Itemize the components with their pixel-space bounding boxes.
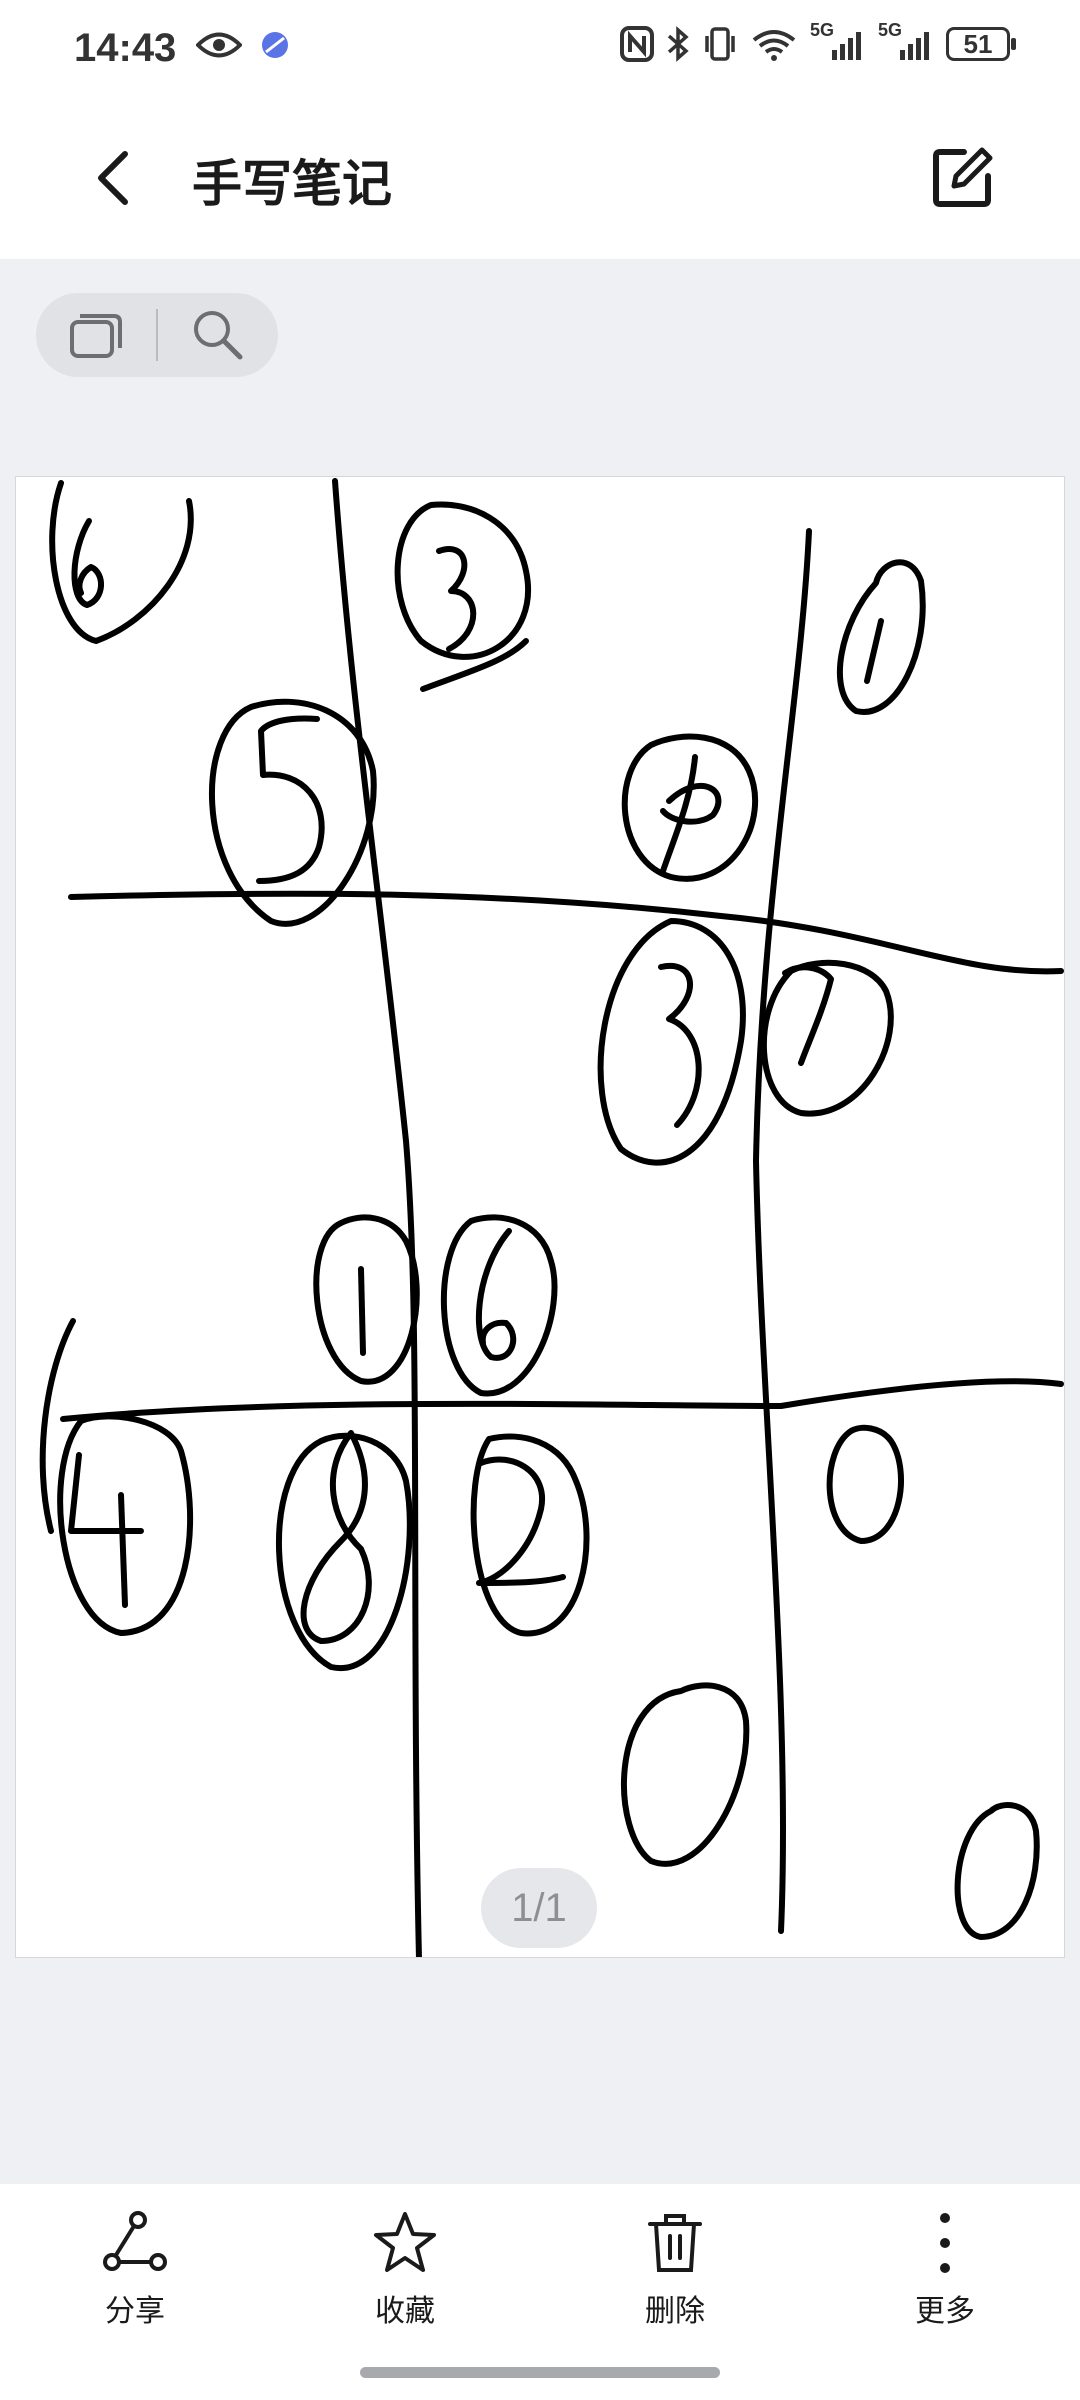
search-icon xyxy=(190,307,246,363)
signal-5g-icon: 5G xyxy=(810,20,866,62)
view-toolbar xyxy=(36,293,278,377)
favorite-button[interactable]: 收藏 xyxy=(315,2208,495,2338)
handwriting-drawing xyxy=(39,478,1064,1957)
note-canvas[interactable] xyxy=(15,476,1065,1958)
pages-button[interactable] xyxy=(36,293,156,377)
status-bar: 14:43 5G 5G 51 xyxy=(0,0,1080,104)
battery-indicator: 51 xyxy=(946,27,1016,61)
share-button[interactable]: 分享 xyxy=(45,2208,225,2338)
share-icon xyxy=(100,2208,170,2278)
status-time: 14:43 xyxy=(74,26,177,70)
app-dot-icon xyxy=(260,30,290,60)
page-title: 手写笔记 xyxy=(192,155,392,213)
vibrate-icon xyxy=(702,26,738,62)
delete-button[interactable]: 删除 xyxy=(585,2208,765,2338)
chevron-left-icon xyxy=(93,148,133,208)
share-label: 分享 xyxy=(105,2294,165,2329)
wifi-icon xyxy=(750,26,798,62)
home-indicator[interactable] xyxy=(360,2367,720,2378)
more-button[interactable]: 更多 xyxy=(855,2208,1035,2338)
nfc-icon xyxy=(620,26,654,62)
signal-5g-icon: 5G xyxy=(878,20,934,62)
delete-label: 删除 xyxy=(645,2294,705,2329)
favorite-label: 收藏 xyxy=(375,2294,435,2329)
more-label: 更多 xyxy=(915,2294,975,2329)
app-header: 手写笔记 xyxy=(0,104,1080,259)
more-icon xyxy=(910,2208,980,2278)
star-icon xyxy=(370,2208,440,2278)
page-indicator: 1/1 xyxy=(481,1868,597,1948)
back-button[interactable] xyxy=(78,138,148,218)
eye-icon xyxy=(196,30,242,60)
bluetooth-icon xyxy=(666,26,690,62)
trash-icon xyxy=(640,2208,710,2278)
pages-icon xyxy=(66,310,126,360)
search-button[interactable] xyxy=(158,293,278,377)
edit-button[interactable] xyxy=(922,138,1002,218)
edit-icon xyxy=(930,146,994,210)
